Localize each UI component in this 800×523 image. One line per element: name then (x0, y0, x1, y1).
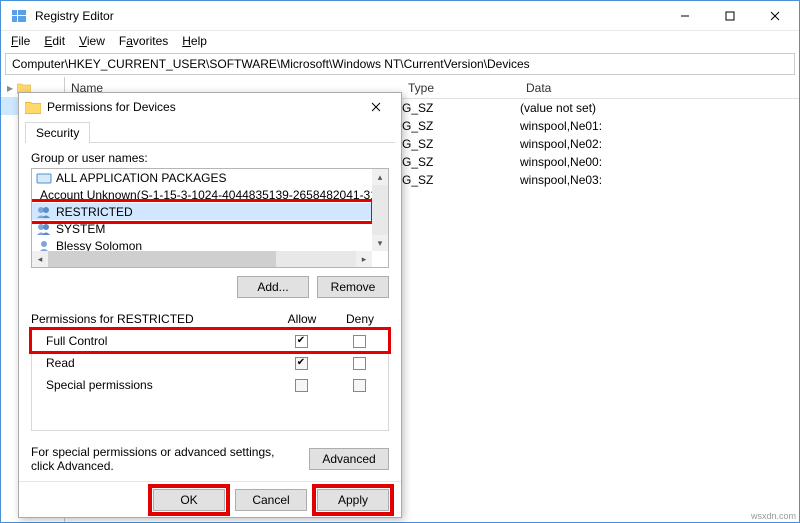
list-item[interactable]: Account Unknown(S-1-15-3-1024-4044835139… (32, 186, 388, 203)
perm-row-read: Read (32, 352, 388, 374)
col-allow: Allow (273, 312, 331, 326)
scroll-up-icon[interactable]: ▴ (372, 169, 388, 185)
dialog-buttons: OK Cancel Apply (19, 481, 401, 517)
permissions-dialog: Permissions for Devices Security Group o… (18, 92, 402, 518)
menu-bar: File Edit View Favorites Help (1, 31, 799, 51)
group-icon (36, 171, 52, 185)
permissions-box: Full Control Read Special permissions (31, 329, 389, 431)
advanced-button[interactable]: Advanced (309, 448, 389, 470)
scroll-left-icon[interactable]: ◂ (32, 251, 48, 267)
checkbox-deny-special (353, 379, 366, 392)
menu-view[interactable]: View (73, 32, 111, 50)
dialog-title: Permissions for Devices (47, 100, 357, 114)
apply-button[interactable]: Apply (317, 489, 389, 511)
menu-edit[interactable]: Edit (38, 32, 71, 50)
ok-button[interactable]: OK (153, 489, 225, 511)
cancel-button[interactable]: Cancel (235, 489, 307, 511)
remove-button[interactable]: Remove (317, 276, 389, 298)
group-icon (36, 205, 52, 219)
perm-row-full-control: Full Control (32, 330, 388, 352)
scroll-down-icon[interactable]: ▾ (372, 235, 388, 251)
col-deny: Deny (331, 312, 389, 326)
checkbox-allow-full[interactable] (295, 335, 308, 348)
watermark: wsxdn.com (751, 511, 796, 521)
maximize-button[interactable] (707, 1, 752, 30)
scrollbar-vertical[interactable]: ▴▾ (372, 169, 388, 251)
dialog-close-button[interactable] (357, 94, 395, 120)
scroll-right-icon[interactable]: ▸ (356, 251, 372, 267)
tab-strip: Security (19, 121, 401, 143)
advanced-text: For special permissions or advanced sett… (31, 445, 299, 473)
groups-listbox[interactable]: ALL APPLICATION PACKAGES Account Unknown… (31, 168, 389, 268)
permissions-for-label: Permissions for RESTRICTED (31, 312, 273, 326)
checkbox-deny-full[interactable] (353, 335, 366, 348)
list-item-restricted[interactable]: RESTRICTED (32, 203, 388, 220)
checkbox-deny-read[interactable] (353, 357, 366, 370)
group-label: Group or user names: (31, 151, 389, 165)
tab-security[interactable]: Security (25, 122, 90, 143)
window-title: Registry Editor (35, 9, 662, 23)
menu-help[interactable]: Help (176, 32, 213, 50)
perm-row-special: Special permissions (32, 374, 388, 396)
checkbox-allow-read[interactable] (295, 357, 308, 370)
list-item[interactable]: ALL APPLICATION PACKAGES (32, 169, 388, 186)
group-icon (36, 222, 52, 236)
minimize-button[interactable] (662, 1, 707, 30)
address-bar (5, 53, 795, 75)
address-input[interactable] (6, 55, 794, 73)
app-icon (11, 8, 27, 24)
list-item[interactable]: SYSTEM (32, 220, 388, 237)
menu-favorites[interactable]: Favorites (113, 32, 174, 50)
add-button[interactable]: Add... (237, 276, 309, 298)
dialog-title-bar[interactable]: Permissions for Devices (19, 93, 401, 121)
col-data[interactable]: Data (520, 79, 799, 97)
close-button[interactable] (752, 1, 797, 30)
title-bar: Registry Editor (1, 1, 799, 31)
folder-icon (25, 100, 41, 114)
scrollbar-horizontal[interactable]: ◂▸ (32, 251, 372, 267)
expand-icon[interactable]: ▸ (7, 81, 13, 95)
checkbox-allow-special (295, 379, 308, 392)
col-type[interactable]: Type (402, 79, 520, 97)
menu-file[interactable]: File (5, 32, 36, 50)
